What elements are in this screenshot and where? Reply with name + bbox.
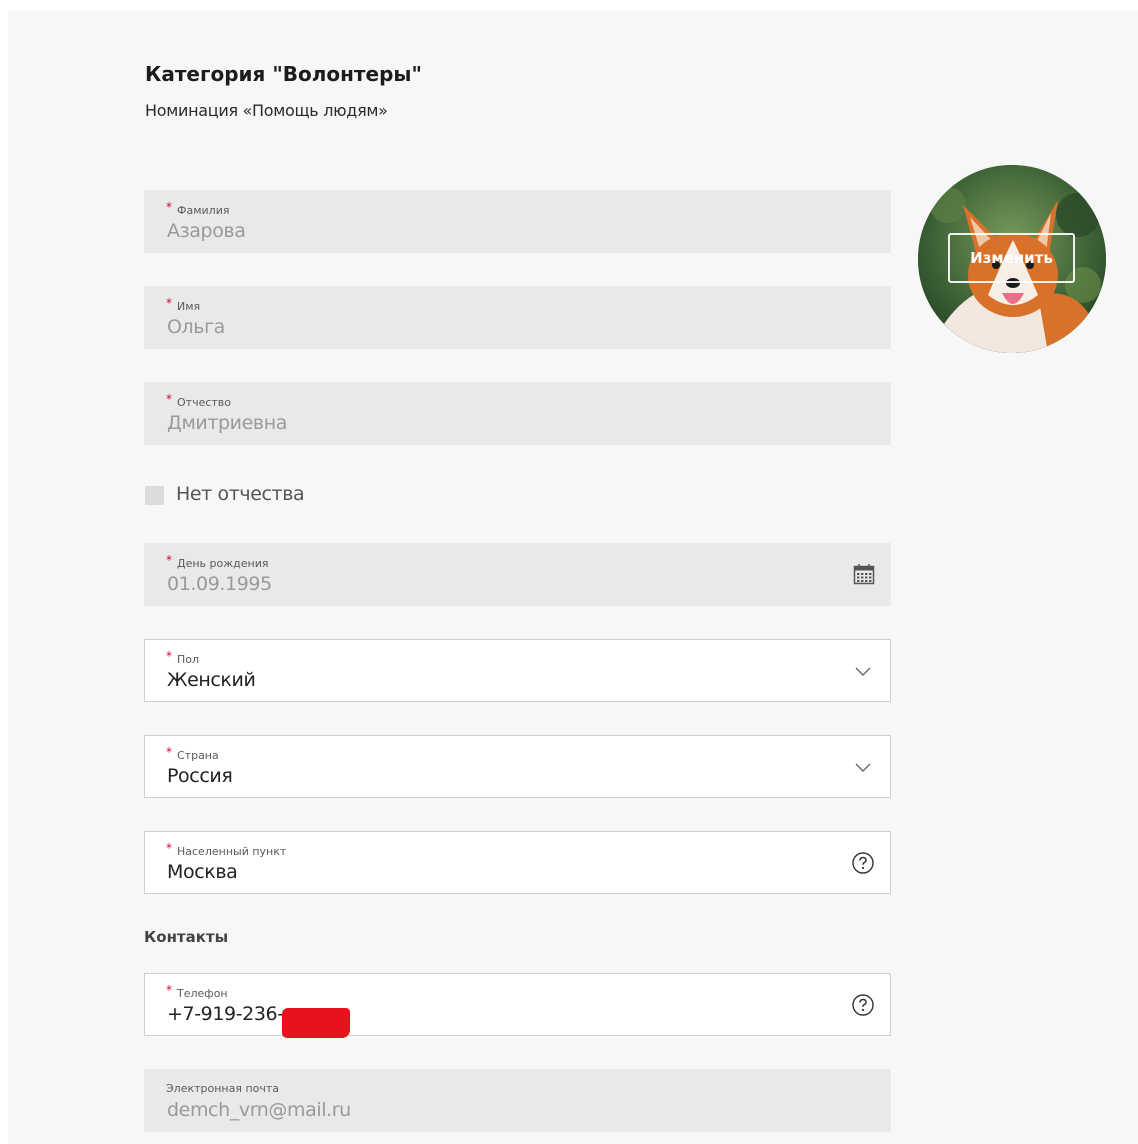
first-name-field[interactable]: * Имя Ольга xyxy=(144,286,891,349)
city-value: Москва xyxy=(167,861,238,883)
city-field[interactable]: * Населенный пункт Москва xyxy=(144,831,891,894)
phone-field[interactable]: * Телефон +7-919-236- xyxy=(144,973,891,1036)
calendar-icon[interactable] xyxy=(853,563,875,585)
chevron-down-icon[interactable] xyxy=(852,660,874,682)
redaction-mark xyxy=(282,1008,350,1038)
help-icon[interactable] xyxy=(852,994,874,1016)
patronymic-field[interactable]: * Отчество Дмитриевна xyxy=(144,382,891,445)
required-mark: * xyxy=(166,553,172,567)
email-field[interactable]: Электронная почта demch_vrn@mail.ru xyxy=(144,1069,891,1132)
no-patronymic-checkbox[interactable] xyxy=(145,486,164,505)
last-name-value: Азарова xyxy=(167,220,246,242)
last-name-field[interactable]: * Фамилия Азарова xyxy=(144,190,891,253)
birthday-field[interactable]: * День рождения 01.09.1995 xyxy=(144,543,891,606)
first-name-label: * Имя xyxy=(166,296,201,313)
help-icon[interactable] xyxy=(852,852,874,874)
contacts-heading: Контакты xyxy=(144,928,229,946)
gender-select[interactable]: * Пол Женский xyxy=(144,639,891,702)
country-label: * Страна xyxy=(166,745,219,762)
email-label: Электронная почта xyxy=(166,1082,280,1095)
change-photo-button[interactable]: Изменить xyxy=(948,233,1075,283)
country-select[interactable]: * Страна Россия xyxy=(144,735,891,798)
page-subtitle: Номинация «Помощь людям» xyxy=(145,101,388,120)
phone-value: +7-919-236- xyxy=(167,1003,284,1025)
required-mark: * xyxy=(166,745,172,759)
country-value: Россия xyxy=(167,765,233,787)
email-value: demch_vrn@mail.ru xyxy=(167,1099,351,1121)
required-mark: * xyxy=(166,983,172,997)
first-name-value: Ольга xyxy=(167,316,225,338)
required-mark: * xyxy=(166,841,172,855)
phone-label: * Телефон xyxy=(166,983,228,1000)
required-mark: * xyxy=(166,392,172,406)
city-label: * Населенный пункт xyxy=(166,841,287,858)
required-mark: * xyxy=(166,200,172,214)
birthday-label: * День рождения xyxy=(166,553,269,570)
last-name-label: * Фамилия xyxy=(166,200,230,217)
chevron-down-icon[interactable] xyxy=(852,756,874,778)
gender-value: Женский xyxy=(167,669,256,691)
page-title: Категория "Волонтеры" xyxy=(145,62,422,86)
no-patronymic-label[interactable]: Нет отчества xyxy=(176,483,305,505)
birthday-value: 01.09.1995 xyxy=(167,573,272,595)
gender-label: * Пол xyxy=(166,649,200,666)
patronymic-value: Дмитриевна xyxy=(167,412,287,434)
required-mark: * xyxy=(166,649,172,663)
required-mark: * xyxy=(166,296,172,310)
patronymic-label: * Отчество xyxy=(166,392,232,409)
